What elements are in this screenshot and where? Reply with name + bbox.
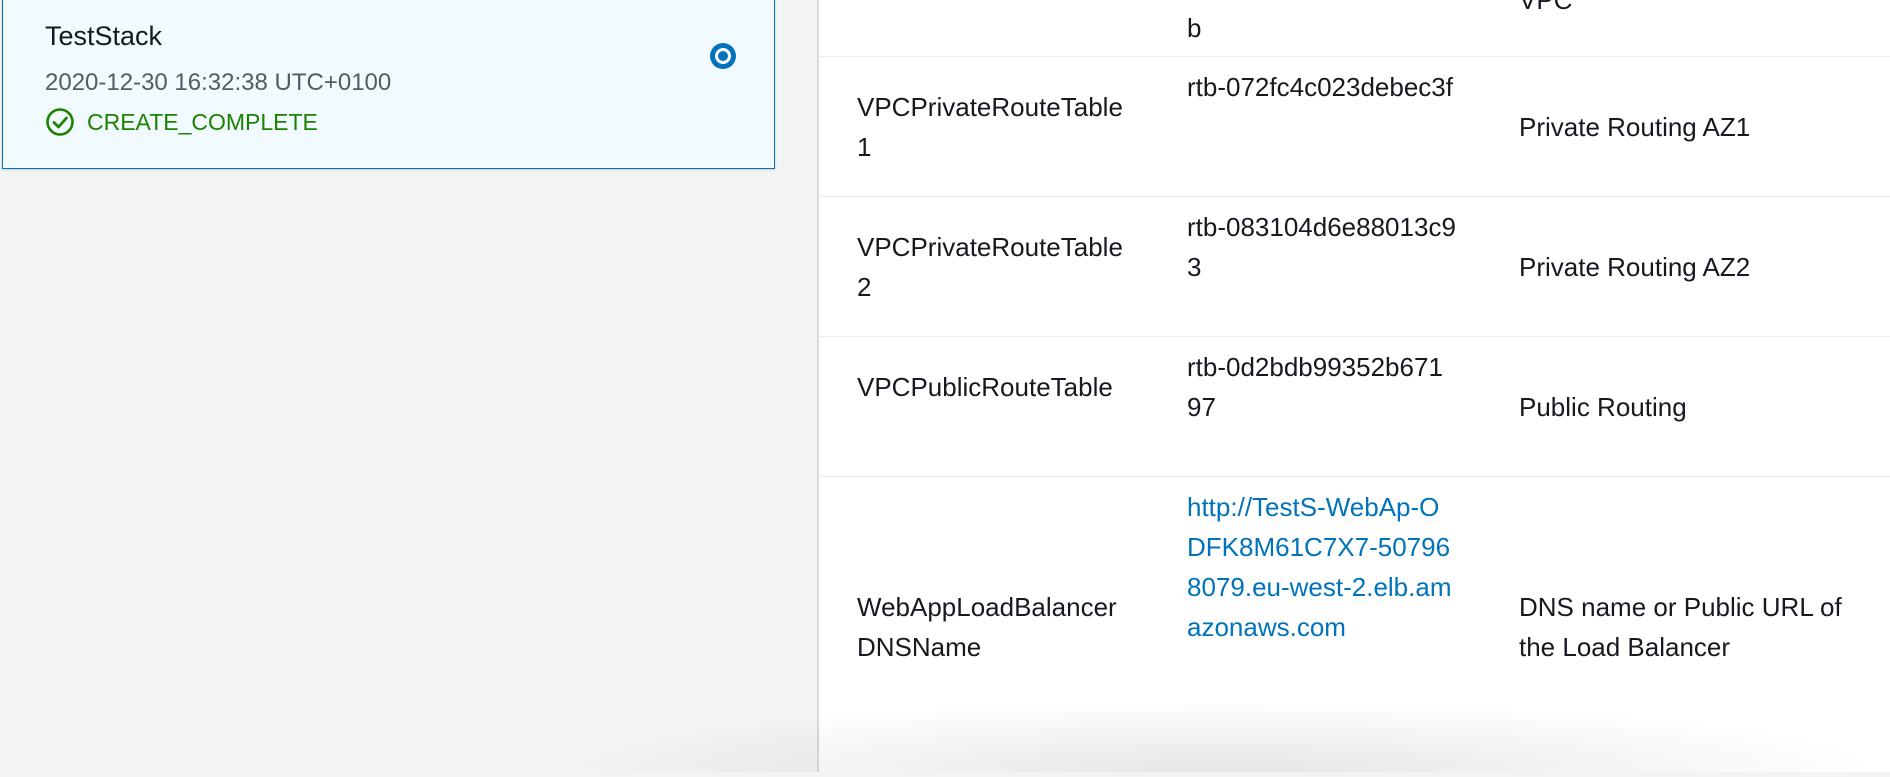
output-value: rtb-083104d6e88013c93 (1187, 212, 1456, 282)
output-description: Private Routing AZ2 (1519, 252, 1751, 282)
output-value: b (1187, 13, 1202, 43)
output-description: Private Routing AZ1 (1519, 112, 1751, 142)
check-circle-icon (46, 108, 74, 136)
stack-status: CREATE_COMPLETE (45, 107, 318, 137)
outputs-panel: b VPC VPCPrivateRouteTable1 rtb-072fc4c0… (819, 0, 1890, 772)
table-row: b VPC (819, 0, 1890, 57)
output-description: DNS name or Public URL of the Load Balan… (1519, 592, 1842, 662)
stacks-panel: TestStack 2020-12-30 16:32:38 UTC+0100 C… (0, 0, 818, 772)
output-key: WebAppLoadBalancerDNSName (857, 592, 1117, 662)
stack-created-date: 2020-12-30 16:32:38 UTC+0100 (45, 69, 392, 96)
output-key: VPCPublicRouteTable (857, 372, 1113, 402)
stack-status-label: CREATE_COMPLETE (87, 108, 318, 135)
stack-select-radio[interactable] (708, 41, 738, 71)
output-key: VPCPrivateRouteTable2 (857, 232, 1123, 302)
output-value: rtb-0d2bdb99352b67197 (1187, 352, 1443, 422)
stack-card-teststack[interactable]: TestStack 2020-12-30 16:32:38 UTC+0100 C… (2, 0, 775, 169)
stack-name[interactable]: TestStack (45, 21, 162, 52)
table-row: VPCPublicRouteTable rtb-0d2bdb99352b6719… (819, 337, 1890, 477)
output-key: VPCPrivateRouteTable1 (857, 92, 1123, 162)
output-value: rtb-072fc4c023debec3f (1187, 72, 1453, 102)
radio-selected-icon (710, 43, 736, 69)
output-description: VPC (1519, 0, 1573, 15)
table-row: VPCPrivateRouteTable2 rtb-083104d6e88013… (819, 197, 1890, 337)
load-balancer-url-link[interactable]: http://TestS-WebAp-ODFK8M61C7X7-50796807… (1187, 487, 1457, 647)
table-row: WebAppLoadBalancerDNSName http://TestS-W… (819, 477, 1890, 777)
table-row: VPCPrivateRouteTable1 rtb-072fc4c023debe… (819, 57, 1890, 197)
output-description: Public Routing (1519, 392, 1687, 422)
